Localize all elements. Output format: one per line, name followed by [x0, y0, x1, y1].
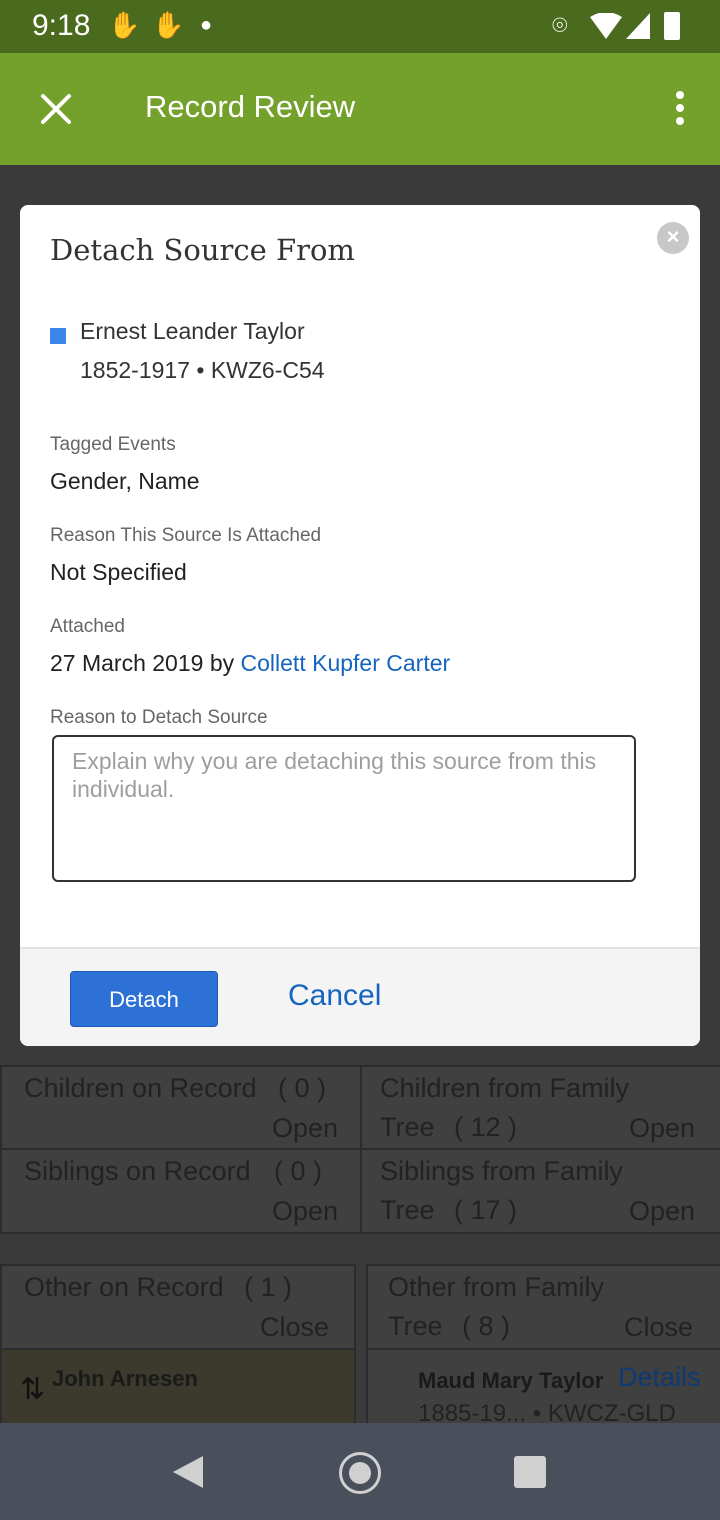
app-bar: Record Review — [0, 53, 720, 165]
siblings-on-record-cell: Siblings on Record ( 0 ) Open — [0, 1148, 362, 1234]
children-from-tree-cell: Children from Family Tree ( 12 ) Open — [360, 1065, 720, 1151]
other-from-tree-count: ( 8 ) — [462, 1311, 511, 1341]
siblings-from-tree-cell: Siblings from Family Tree ( 17 ) Open — [360, 1148, 720, 1234]
home-icon[interactable] — [339, 1452, 381, 1494]
children-on-record-open[interactable]: Open — [272, 1113, 338, 1144]
other-on-record-close[interactable]: Close — [260, 1312, 329, 1343]
other-on-record-count: ( 1 ) — [244, 1272, 293, 1302]
person-meta: 1852-1917 • KWZ6-C54 — [80, 357, 325, 383]
other-from-tree-label-2: Tree — [388, 1311, 443, 1341]
dot-icon: ● — [200, 14, 213, 36]
reason-detach-input[interactable]: Explain why you are detaching this sourc… — [52, 735, 636, 882]
status-time: 9:18 — [32, 9, 91, 42]
person-name-left: John Arnesen — [52, 1366, 198, 1391]
attached-value: 27 March 2019 by Collett Kupfer Carter — [50, 650, 450, 677]
battery-icon — [664, 12, 680, 40]
children-from-tree-label: Children from Family — [380, 1073, 630, 1103]
children-on-record-label: Children on Record — [24, 1073, 257, 1103]
recents-icon[interactable] — [514, 1456, 546, 1488]
detach-source-dialog: Detach Source From × Ernest Leander Tayl… — [20, 205, 700, 1046]
cancel-button[interactable]: Cancel — [288, 979, 381, 1013]
hand-icon: ✋ — [108, 10, 141, 40]
other-on-record-label: Other on Record — [24, 1272, 224, 1302]
siblings-from-tree-open[interactable]: Open — [629, 1196, 695, 1227]
system-nav-bar — [0, 1423, 720, 1520]
dialog-title: Detach Source From — [50, 233, 355, 267]
other-from-tree-close[interactable]: Close — [624, 1312, 693, 1343]
children-from-tree-count: ( 12 ) — [454, 1112, 518, 1142]
hand-icon: ✋ — [152, 10, 185, 40]
detach-button[interactable]: Detach — [70, 971, 218, 1027]
siblings-on-record-open[interactable]: Open — [272, 1196, 338, 1227]
children-on-record-cell: Children on Record ( 0 ) Open — [0, 1065, 362, 1151]
dialog-close-icon[interactable]: × — [657, 222, 689, 254]
dialog-footer: Detach Cancel — [20, 947, 700, 1046]
other-on-record-cell: Other on Record ( 1 ) Close — [0, 1264, 356, 1350]
more-options-icon[interactable] — [674, 91, 686, 130]
location-icon: ⌾ — [552, 10, 568, 40]
attached-label: Attached — [50, 616, 125, 637]
details-link[interactable]: Details — [618, 1362, 701, 1393]
tagged-events-value: Gender, Name — [50, 468, 200, 494]
person-name-right: Maud Mary Taylor — [418, 1368, 604, 1393]
reason-attached-label: Reason This Source Is Attached — [50, 525, 322, 546]
children-on-record-count: ( 0 ) — [278, 1073, 327, 1103]
siblings-from-tree-label-2: Tree — [380, 1195, 435, 1225]
person-color-swatch — [50, 328, 66, 344]
attached-by-link[interactable]: Collett Kupfer Carter — [241, 650, 451, 676]
swap-icon: ⇅ — [20, 1373, 46, 1406]
person-name: Ernest Leander Taylor — [80, 318, 305, 344]
siblings-on-record-count: ( 0 ) — [274, 1156, 323, 1186]
other-from-tree-label: Other from Family — [388, 1272, 605, 1302]
signal-icon — [626, 13, 650, 39]
siblings-from-tree-count: ( 17 ) — [454, 1195, 518, 1225]
reason-detach-label: Reason to Detach Source — [50, 707, 268, 728]
children-from-tree-label-2: Tree — [380, 1112, 435, 1142]
back-icon[interactable] — [173, 1456, 203, 1488]
page-title: Record Review — [145, 89, 356, 124]
wifi-icon — [590, 13, 622, 39]
siblings-on-record-label: Siblings on Record — [24, 1156, 251, 1186]
status-bar: 9:18 ✋ ✋ ● ⌾ — [0, 0, 720, 53]
close-icon[interactable] — [40, 93, 72, 125]
tagged-events-label: Tagged Events — [50, 434, 176, 455]
siblings-from-tree-label: Siblings from Family — [380, 1156, 624, 1186]
reason-attached-value: Not Specified — [50, 559, 187, 585]
attached-date: 27 March 2019 by — [50, 650, 241, 676]
other-from-tree-cell: Other from Family Tree ( 8 ) Close — [366, 1264, 720, 1350]
children-from-tree-open[interactable]: Open — [629, 1113, 695, 1144]
